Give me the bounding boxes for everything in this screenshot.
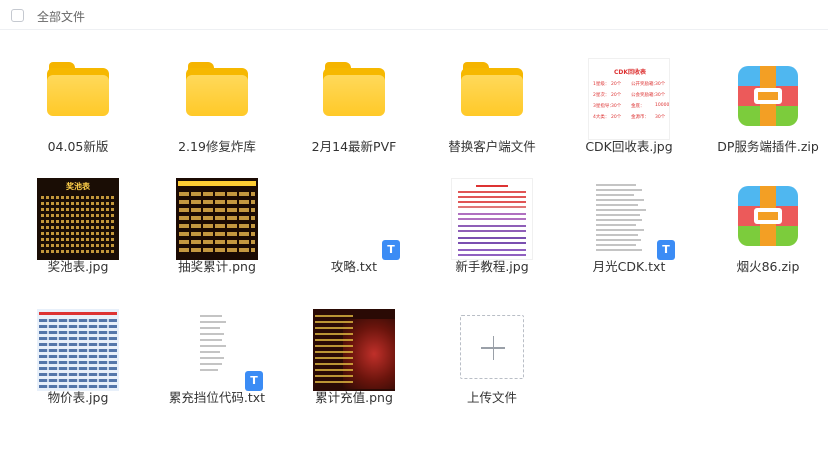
file-item[interactable]: 2月14最新PVF xyxy=(294,40,414,162)
file-item[interactable]: 抽奖累计.png xyxy=(157,160,277,282)
toolbar: 全部文件 xyxy=(0,0,828,30)
image-thumbnail: 奖池表 xyxy=(37,178,119,260)
file-item[interactable]: T 攻略.txt xyxy=(294,160,414,282)
file-name: 奖池表.jpg xyxy=(47,259,109,274)
image-thumbnail xyxy=(313,309,395,391)
file-item[interactable]: 累计充值.png xyxy=(294,291,414,413)
file-item[interactable]: 2.19修复炸库 xyxy=(157,40,277,162)
upload-label: 上传文件 xyxy=(466,390,517,405)
file-item[interactable]: 新手教程.jpg xyxy=(432,160,552,282)
select-all-label[interactable]: 全部文件 xyxy=(37,8,85,25)
file-name: DP服务端插件.zip xyxy=(717,139,819,154)
folder-icon xyxy=(47,60,109,116)
file-name: 物价表.jpg xyxy=(47,390,109,405)
file-item[interactable]: T 月光CDK.txt xyxy=(569,160,689,282)
file-item[interactable]: CDK回收表 1星级： 20个 公开奖励箱： 30个 2星次： 20个 公会奖励… xyxy=(569,40,689,162)
file-name: 2.19修复炸库 xyxy=(178,139,256,154)
image-thumbnail xyxy=(37,309,119,391)
file-item[interactable]: 烟火86.zip xyxy=(708,160,828,282)
select-all-checkbox[interactable] xyxy=(11,9,24,22)
file-item[interactable]: 04.05新版 xyxy=(18,40,138,162)
file-name: 新手教程.jpg xyxy=(455,259,529,274)
file-item[interactable]: 替换客户端文件 xyxy=(432,40,552,162)
file-item[interactable]: DP服务端插件.zip xyxy=(708,40,828,162)
file-name: 替换客户端文件 xyxy=(448,139,536,154)
file-name: 累充挡位代码.txt xyxy=(168,390,266,405)
folder-icon xyxy=(323,60,385,116)
file-item[interactable]: 奖池表 奖池表.jpg xyxy=(18,160,138,282)
file-name: 攻略.txt xyxy=(330,259,378,274)
folder-icon xyxy=(186,60,248,116)
image-thumbnail xyxy=(451,178,533,260)
file-name: 累计充值.png xyxy=(315,390,393,405)
image-thumbnail xyxy=(176,178,258,260)
file-item[interactable]: T 累充挡位代码.txt xyxy=(157,291,277,413)
file-name: 抽奖累计.png xyxy=(178,259,256,274)
folder-icon xyxy=(461,60,523,116)
file-name: 月光CDK.txt xyxy=(592,259,666,274)
file-item[interactable]: 物价表.jpg xyxy=(18,291,138,413)
file-name: 烟火86.zip xyxy=(736,259,800,274)
thumbnail-title: CDK回收表 xyxy=(613,69,647,76)
zip-icon xyxy=(738,66,798,126)
file-name: 04.05新版 xyxy=(47,139,109,154)
thumbnail-title: 奖池表 xyxy=(66,182,90,191)
upload-button[interactable] xyxy=(460,315,524,379)
file-name: 2月14最新PVF xyxy=(311,139,397,154)
file-name: CDK回收表.jpg xyxy=(585,139,673,154)
upload-item[interactable]: 上传文件 xyxy=(432,291,552,413)
image-thumbnail: CDK回收表 1星级： 20个 公开奖励箱： 30个 2星次： 20个 公会奖励… xyxy=(588,58,670,140)
zip-icon xyxy=(738,186,798,246)
